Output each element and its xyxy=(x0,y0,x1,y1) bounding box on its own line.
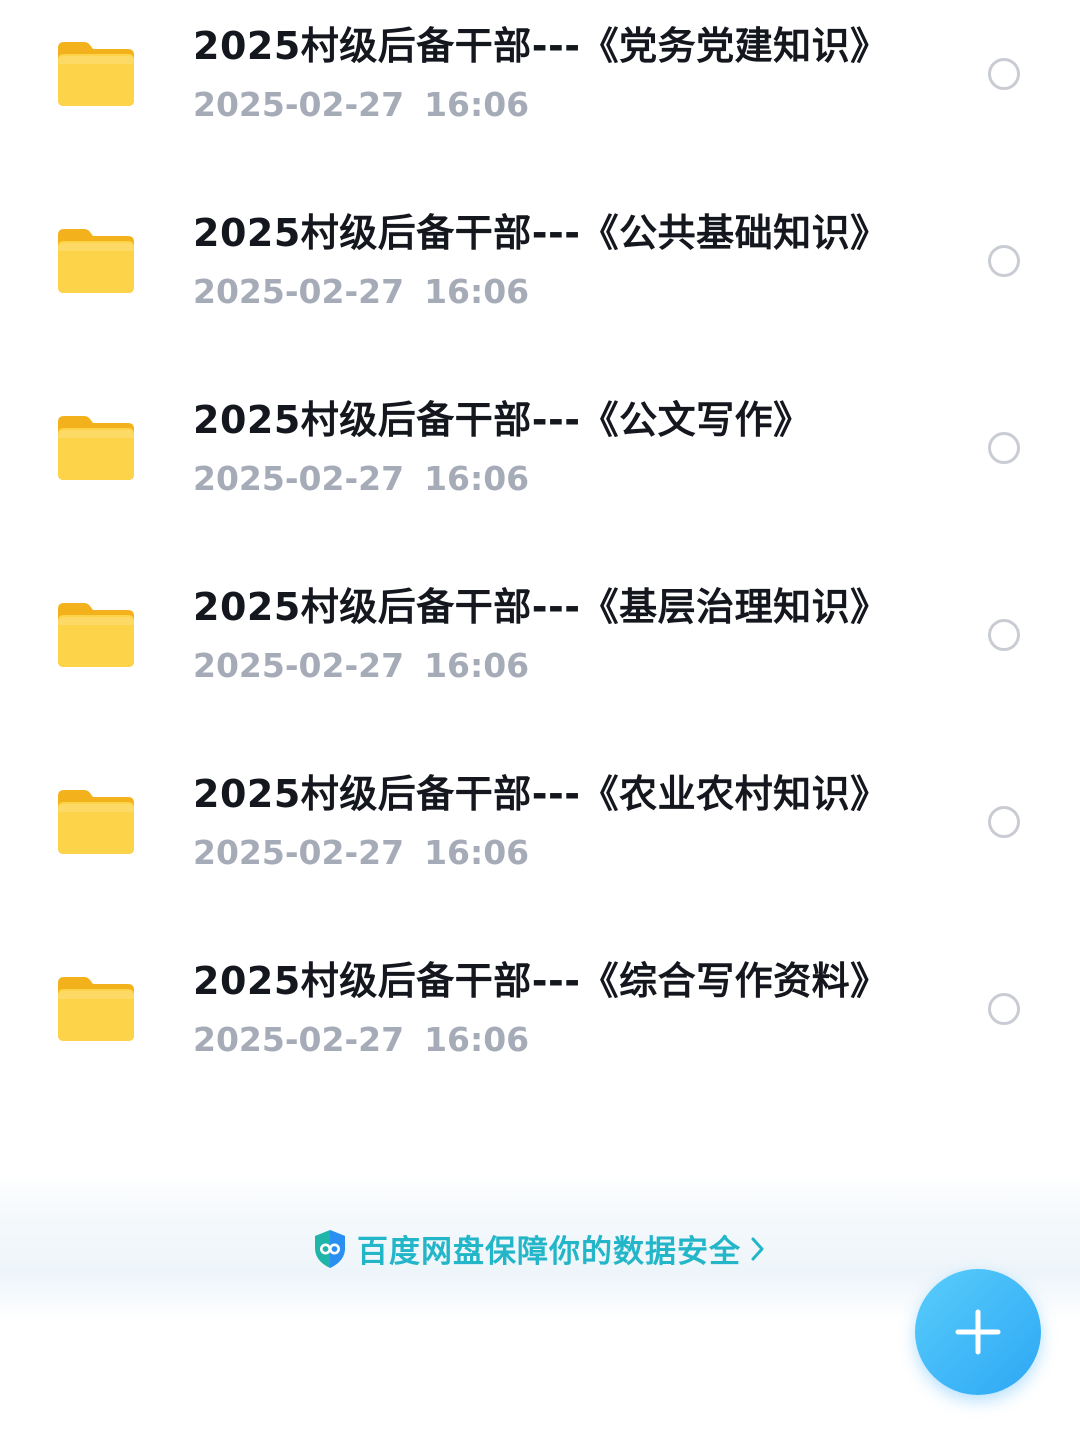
folder-icon xyxy=(56,973,136,1043)
file-name: 2025村级后备干部---《公共基础知识》 xyxy=(193,211,889,255)
select-radio[interactable] xyxy=(988,245,1020,277)
folder-icon xyxy=(56,786,136,856)
list-item[interactable]: 2025村级后备干部---《公共基础知识》 2025-02-27 16:06 xyxy=(0,187,1080,374)
file-date: 2025-02-27 xyxy=(193,85,405,124)
file-modified-datetime: 2025-02-27 16:06 xyxy=(193,271,529,313)
select-radio[interactable] xyxy=(988,806,1020,838)
list-item[interactable]: 2025村级后备干部---《公文写作》 2025-02-27 16:06 xyxy=(0,374,1080,561)
file-date: 2025-02-27 xyxy=(193,833,405,872)
folder-icon xyxy=(56,412,136,482)
file-date: 2025-02-27 xyxy=(193,646,405,685)
file-date: 2025-02-27 xyxy=(193,1020,405,1059)
add-button[interactable] xyxy=(915,1269,1041,1395)
list-item[interactable]: 2025村级后备干部---《党务党建知识》 2025-02-27 16:06 xyxy=(0,0,1080,187)
file-time: 16:06 xyxy=(424,1020,530,1059)
file-date: 2025-02-27 xyxy=(193,459,405,498)
file-modified-datetime: 2025-02-27 16:06 xyxy=(193,1019,529,1061)
file-time: 16:06 xyxy=(424,272,530,311)
plus-icon xyxy=(954,1308,1002,1356)
select-radio[interactable] xyxy=(988,619,1020,651)
file-date: 2025-02-27 xyxy=(193,272,405,311)
shield-icon xyxy=(313,1229,347,1269)
folder-icon xyxy=(56,225,136,295)
file-name: 2025村级后备干部---《公文写作》 xyxy=(193,398,812,442)
file-time: 16:06 xyxy=(424,646,530,685)
chevron-right-icon xyxy=(749,1234,767,1264)
list-item[interactable]: 2025村级后备干部---《综合写作资料》 2025-02-27 16:06 xyxy=(0,935,1080,1122)
file-list: 2025村级后备干部---《党务党建知识》 2025-02-27 16:06 20… xyxy=(0,0,1080,1122)
file-name: 2025村级后备干部---《基层治理知识》 xyxy=(193,585,889,629)
select-radio[interactable] xyxy=(988,58,1020,90)
list-item[interactable]: 2025村级后备干部---《基层治理知识》 2025-02-27 16:06 xyxy=(0,561,1080,748)
file-time: 16:06 xyxy=(424,833,530,872)
file-name: 2025村级后备干部---《综合写作资料》 xyxy=(193,959,889,1003)
folder-icon xyxy=(56,38,136,108)
file-modified-datetime: 2025-02-27 16:06 xyxy=(193,832,529,874)
file-name: 2025村级后备干部---《农业农村知识》 xyxy=(193,772,889,816)
file-browser-page: 2025村级后备干部---《党务党建知识》 2025-02-27 16:06 20… xyxy=(0,0,1080,1440)
select-radio[interactable] xyxy=(988,993,1020,1025)
select-radio[interactable] xyxy=(988,432,1020,464)
file-time: 16:06 xyxy=(424,459,530,498)
file-modified-datetime: 2025-02-27 16:06 xyxy=(193,84,529,126)
list-item[interactable]: 2025村级后备干部---《农业农村知识》 2025-02-27 16:06 xyxy=(0,748,1080,935)
data-security-link[interactable]: 百度网盘保障你的数据安全 xyxy=(0,1226,1080,1274)
folder-icon xyxy=(56,599,136,669)
file-modified-datetime: 2025-02-27 16:06 xyxy=(193,645,529,687)
file-modified-datetime: 2025-02-27 16:06 xyxy=(193,458,529,500)
security-text: 百度网盘保障你的数据安全 xyxy=(357,1234,741,1270)
file-time: 16:06 xyxy=(424,85,530,124)
file-name: 2025村级后备干部---《党务党建知识》 xyxy=(193,24,889,68)
